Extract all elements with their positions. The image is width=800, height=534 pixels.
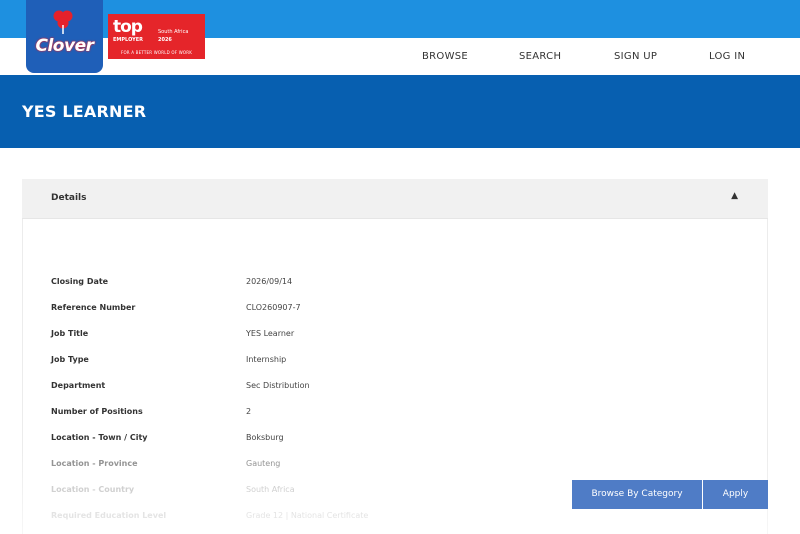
detail-row: Job Title YES Learner <box>51 329 611 343</box>
detail-value: Grade 12 | National Certificate <box>246 511 369 520</box>
detail-label: Location - Country <box>51 485 135 494</box>
detail-row: Department Sec Distribution <box>51 381 611 395</box>
detail-label: Job Type <box>51 355 89 364</box>
browse-by-category-button[interactable]: Browse By Category <box>572 480 702 509</box>
detail-value: 2026/09/14 <box>246 277 293 286</box>
detail-label: Reference Number <box>51 303 136 312</box>
nav-browse[interactable]: BROWSE <box>422 51 468 62</box>
detail-value: Boksburg <box>246 433 284 442</box>
detail-label: Required Education Level <box>51 511 167 520</box>
detail-value: South Africa <box>246 485 295 494</box>
detail-label: Location - Province <box>51 459 138 468</box>
details-heading: Details <box>51 193 87 203</box>
page-title: YES LEARNER <box>22 102 147 121</box>
detail-value: YES Learner <box>246 329 295 338</box>
clover-leaf-icon <box>53 10 73 34</box>
details-header[interactable]: Details ▲ <box>22 179 768 219</box>
detail-value: Internship <box>246 355 287 364</box>
clover-logo[interactable]: Clover <box>26 0 103 73</box>
detail-row: Reference Number CLO260907-7 <box>51 303 611 317</box>
detail-label: Closing Date <box>51 277 109 286</box>
detail-value: 2 <box>246 407 252 416</box>
detail-row: Location - Country South Africa <box>51 485 611 499</box>
top-employer-badge: top EMPLOYER South Africa 2026 FOR A BET… <box>108 14 205 59</box>
nav-search[interactable]: SEARCH <box>519 51 561 62</box>
detail-row: Location - Province Gauteng <box>51 459 611 473</box>
detail-row: Required Education Level Grade 12 | Nati… <box>51 511 611 525</box>
title-banner: YES LEARNER <box>0 75 800 148</box>
detail-label: Location - Town / City <box>51 433 148 442</box>
detail-row: Number of Positions 2 <box>51 407 611 421</box>
chevron-up-icon[interactable]: ▲ <box>731 191 738 201</box>
badge-country: South Africa <box>158 29 189 35</box>
detail-label: Department <box>51 381 106 390</box>
badge-top-text: top <box>113 17 143 37</box>
apply-button[interactable]: Apply <box>703 480 768 509</box>
detail-row: Job Type Internship <box>51 355 611 369</box>
detail-value: CLO260907-7 <box>246 303 301 312</box>
detail-label: Job Title <box>51 329 89 338</box>
logo-wordmark: Clover <box>35 36 94 56</box>
detail-row: Closing Date 2026/09/14 <box>51 277 611 291</box>
detail-row: Location - Town / City Boksburg <box>51 433 611 447</box>
nav-log-in[interactable]: LOG IN <box>709 51 745 62</box>
detail-value: Gauteng <box>246 459 281 468</box>
badge-year: 2026 <box>158 37 172 43</box>
detail-value: Sec Distribution <box>246 381 310 390</box>
badge-tagline: FOR A BETTER WORLD OF WORK <box>120 50 193 55</box>
detail-label: Number of Positions <box>51 407 143 416</box>
badge-employer-text: EMPLOYER <box>113 37 144 43</box>
nav-sign-up[interactable]: SIGN UP <box>614 51 657 62</box>
